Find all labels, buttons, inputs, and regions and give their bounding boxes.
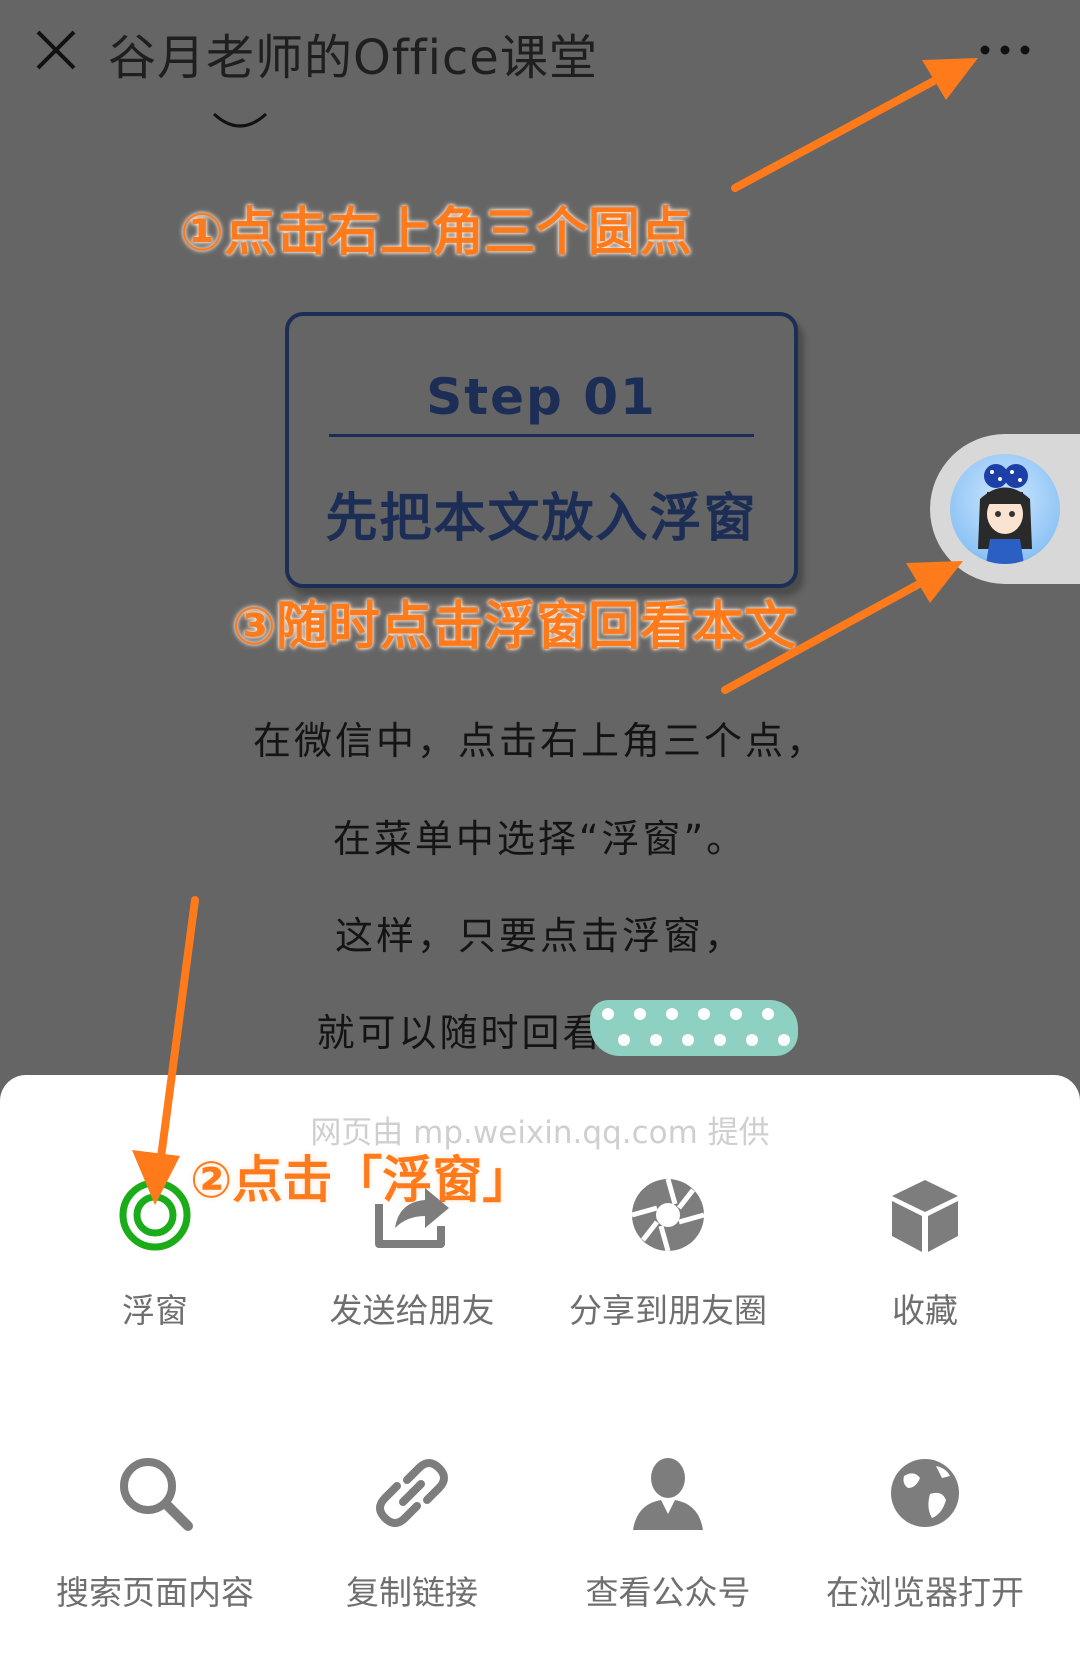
action-send-to-friend[interactable]: 发送给朋友 <box>277 1170 547 1332</box>
action-label: 浮窗 <box>122 1291 188 1330</box>
action-label: 搜索页面内容 <box>56 1573 254 1612</box>
action-search-page[interactable]: 搜索页面内容 <box>20 1448 290 1614</box>
action-share-moments[interactable]: 分享到朋友圈 <box>533 1170 803 1332</box>
article-line: 在菜单中选择“浮窗”。 <box>332 817 748 861</box>
action-favorite[interactable]: 收藏 <box>790 1170 1060 1332</box>
close-icon[interactable] <box>28 22 84 78</box>
action-copy-link[interactable]: 复制链接 <box>277 1448 547 1614</box>
share-arrow-icon <box>375 1188 449 1248</box>
action-label: 复制链接 <box>346 1573 478 1612</box>
article-line: 这样，只要点击浮窗， <box>334 914 745 958</box>
floating-window-icon <box>119 1179 191 1251</box>
action-label: 在浏览器打开 <box>826 1573 1024 1612</box>
action-label: 发送给朋友 <box>329 1291 495 1330</box>
action-open-browser[interactable]: 在浏览器打开 <box>790 1448 1060 1614</box>
link-icon <box>376 1459 448 1527</box>
action-label: 收藏 <box>892 1291 958 1330</box>
annotation-step3: ③随时点击浮窗回看本文 <box>232 597 797 657</box>
moments-shutter-icon <box>631 1178 705 1252</box>
globe-icon <box>891 1459 959 1527</box>
highlight-sticker <box>590 1000 798 1056</box>
top-bar: 谷月老师的Office课堂 <box>0 0 1080 110</box>
step-title: Step 01 <box>426 368 657 426</box>
search-icon <box>120 1458 193 1531</box>
step-subtitle: 先把本文放入浮窗 <box>325 489 758 549</box>
annotation-step1: ①点击右上角三个圆点 <box>180 203 693 263</box>
action-label: 查看公众号 <box>585 1573 751 1612</box>
step-card: Step 01 先把本文放入浮窗 <box>285 312 798 588</box>
cube-icon <box>892 1180 958 1252</box>
more-options-icon[interactable] <box>975 30 1035 70</box>
step-divider <box>329 434 754 437</box>
floating-window-bubble[interactable] <box>930 434 1080 584</box>
page-title: 谷月老师的Office课堂 <box>108 30 598 86</box>
action-label: 分享到朋友圈 <box>569 1291 767 1330</box>
article-line: 在微信中，点击右上角三个点， <box>252 719 827 763</box>
provider-text: 网页由 mp.weixin.qq.com 提供 <box>310 1115 770 1151</box>
avatar <box>950 454 1060 564</box>
action-floating-window[interactable]: 浮窗 <box>20 1170 290 1332</box>
article-line: 就可以随时回看 <box>316 1011 604 1055</box>
person-icon <box>633 1458 703 1530</box>
action-view-account[interactable]: 查看公众号 <box>533 1448 803 1614</box>
smile-decoration <box>212 112 268 128</box>
